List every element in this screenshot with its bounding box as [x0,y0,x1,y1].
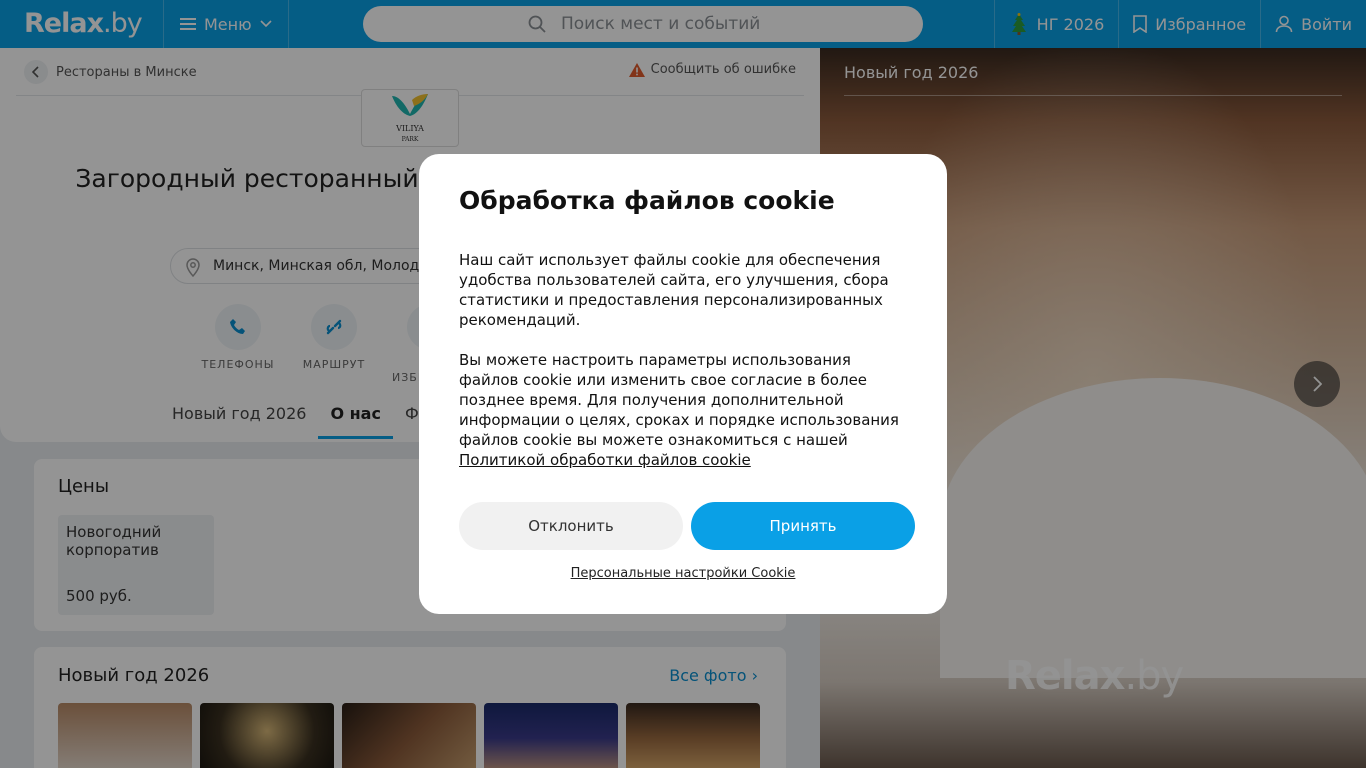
accept-button[interactable]: Принять [691,502,915,550]
cookie-dialog-title: Обработка файлов cookie [459,186,835,215]
decline-button[interactable]: Отклонить [459,502,683,550]
cookie-settings-link[interactable]: Персональные настройки Cookie [419,566,947,581]
cookie-paragraph-2: Вы можете настроить параметры использова… [459,350,907,470]
cookie-buttons: Отклонить Принять [459,502,915,550]
cookie-policy-link[interactable]: Политикой обработки файлов cookie [459,451,751,469]
cookie-paragraph-1: Наш сайт использует файлы cookie для обе… [459,251,889,329]
cookie-consent-dialog: Обработка файлов cookie Наш сайт использ… [419,154,947,614]
cookie-paragraph-2-text: Вы можете настроить параметры использова… [459,351,899,449]
